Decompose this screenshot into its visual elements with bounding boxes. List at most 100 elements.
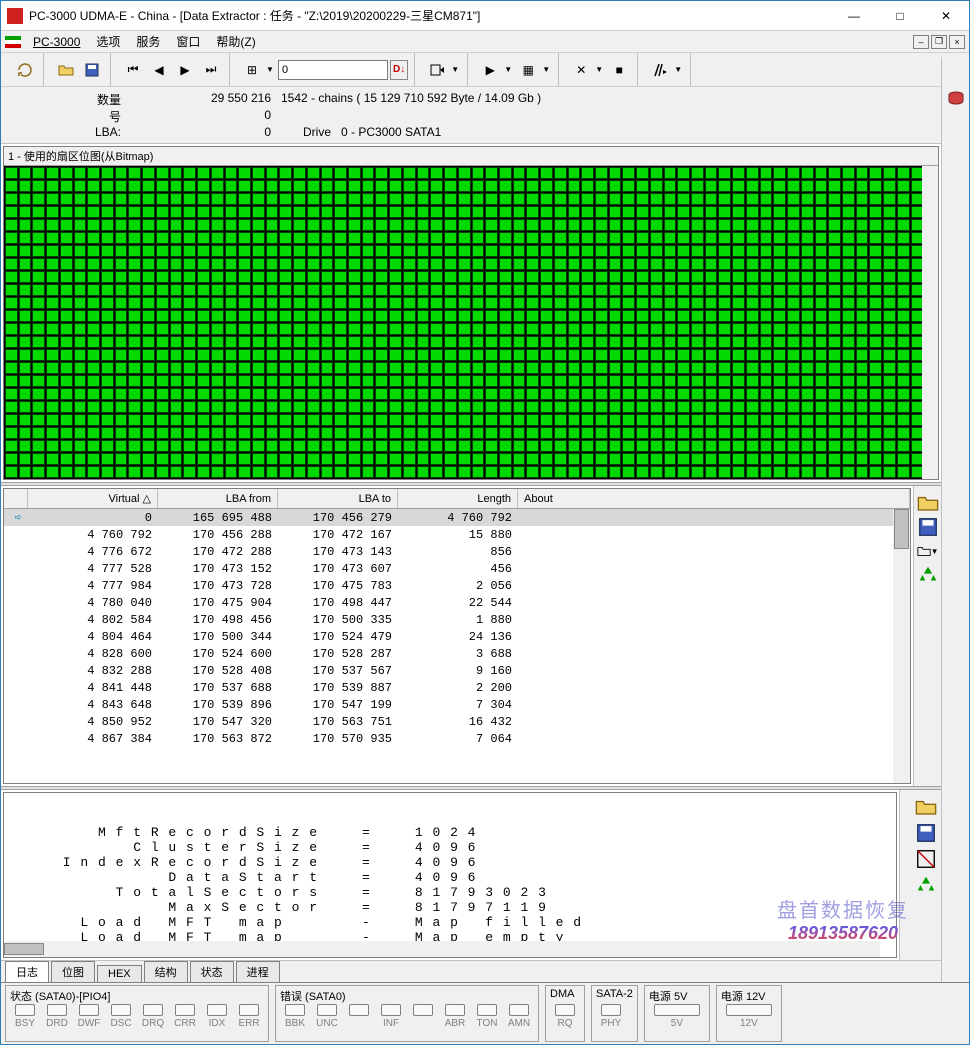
led-BSY: BSY: [10, 1004, 40, 1029]
table-row[interactable]: 4 832 288170 528 408170 537 5679 160: [4, 662, 910, 679]
table-side-toolbar: ▼: [913, 486, 941, 786]
menu-service[interactable]: 服务: [128, 31, 168, 52]
count-extra: 1542 - chains ( 15 129 710 592 Byte / 14…: [281, 91, 931, 108]
led-RQ: RQ: [550, 1004, 580, 1029]
tbl-recycle-icon[interactable]: [917, 564, 939, 586]
count-value: 29 550 216: [131, 91, 281, 108]
titlebar: PC-3000 UDMA-E - China - [Data Extractor…: [1, 1, 969, 31]
bitmap-area[interactable]: [4, 166, 938, 479]
menubar: PC-3000 选项 服务 窗口 帮助(Z) – ❐ ×: [1, 31, 969, 53]
log-open-icon[interactable]: [915, 796, 937, 818]
table-row[interactable]: 4 777 528170 473 152170 473 607456: [4, 560, 910, 577]
table-header: Virtual △ LBA from LBA to Length About: [4, 489, 910, 509]
log-line: D a t a S t a r t = 4 0 9 6: [10, 870, 890, 885]
minimize-button[interactable]: —: [831, 1, 877, 31]
menu-options[interactable]: 选项: [88, 31, 128, 52]
table-row[interactable]: 4 760 792170 456 288170 472 16715 880: [4, 526, 910, 543]
side-drive-icon[interactable]: [945, 87, 967, 109]
col-virtual[interactable]: Virtual △: [28, 489, 158, 508]
grid-button[interactable]: ⊞: [240, 58, 264, 82]
log-output[interactable]: M f t R e c o r d S i z e = 1 0 2 4 C l …: [3, 792, 897, 958]
id-value: 0: [131, 108, 281, 125]
led-DWF: DWF: [74, 1004, 104, 1029]
grid2-dropdown[interactable]: ▼: [542, 65, 552, 74]
tools-button[interactable]: ✕: [569, 58, 593, 82]
app-icon: [7, 8, 23, 24]
play-dropdown[interactable]: ▼: [504, 65, 514, 74]
led-BBK: BBK: [280, 1004, 310, 1029]
menu-window[interactable]: 窗口: [168, 31, 208, 52]
table-row[interactable]: 4 867 384170 563 872170 570 9357 064: [4, 730, 910, 747]
bottom-tabs: 日志位图HEX结构状态进程: [1, 960, 941, 982]
col-lba-from[interactable]: LBA from: [158, 489, 278, 508]
tbl-open-icon[interactable]: [917, 492, 939, 514]
led-blank: [344, 1004, 374, 1029]
tab-2[interactable]: HEX: [97, 965, 142, 982]
play-button[interactable]: ▶: [478, 58, 502, 82]
first-button[interactable]: ⏮: [121, 58, 145, 82]
led-PHY: PHY: [596, 1004, 626, 1029]
led-blank: [408, 1004, 438, 1029]
open-button[interactable]: [54, 58, 78, 82]
menu-pc3000[interactable]: PC-3000: [25, 33, 88, 51]
table-row[interactable]: 4 841 448170 537 688170 539 8872 200: [4, 679, 910, 696]
info-panel: 数量 29 550 216 1542 - chains ( 15 129 710…: [1, 87, 941, 144]
table-row[interactable]: 4 828 600170 524 600170 528 2873 688: [4, 645, 910, 662]
tbl-save-icon[interactable]: [917, 516, 939, 538]
log-save-icon[interactable]: [915, 822, 937, 844]
next-button[interactable]: ▶: [173, 58, 197, 82]
table-row[interactable]: 4 843 648170 539 896170 547 1997 304: [4, 696, 910, 713]
table-body[interactable]: ➪0165 695 488170 456 2794 760 7924 760 7…: [4, 509, 910, 783]
grid-dropdown[interactable]: ▼: [266, 65, 276, 74]
close-button[interactable]: ✕: [923, 1, 969, 31]
col-about[interactable]: About: [518, 489, 910, 508]
last-button[interactable]: ⏭: [199, 58, 223, 82]
tab-1[interactable]: 位图: [51, 961, 95, 982]
table-row[interactable]: 4 780 040170 475 904170 498 44722 544: [4, 594, 910, 611]
table-row[interactable]: 4 777 984170 473 728170 475 7832 056: [4, 577, 910, 594]
exit-dropdown[interactable]: ▼: [674, 65, 684, 74]
led-DRQ: DRQ: [138, 1004, 168, 1029]
led-UNC: UNC: [312, 1004, 342, 1029]
led-DSC: DSC: [106, 1004, 136, 1029]
bitmap-scrollbar[interactable]: [922, 166, 938, 479]
menu-help[interactable]: 帮助(Z): [208, 31, 263, 52]
led-5V: 5V: [649, 1004, 705, 1029]
save-button[interactable]: [80, 58, 104, 82]
data-tag: D↓: [390, 60, 408, 80]
status-group-errors: 错误 (SATA0) BBKUNCINFABRTONAMN: [275, 985, 539, 1042]
prev-button[interactable]: ◀: [147, 58, 171, 82]
tbl-folder-icon[interactable]: ▼: [917, 540, 939, 562]
led-ABR: ABR: [440, 1004, 470, 1029]
toolbar: ⏮ ◀ ▶ ⏭ ⊞ ▼ D↓ ▼ ▶ ▼ ▦ ▼ ✕ ▼ ■ ▼: [1, 53, 969, 87]
tools-dropdown[interactable]: ▼: [595, 65, 605, 74]
address-input[interactable]: [278, 60, 388, 80]
child-minimize-button[interactable]: –: [913, 35, 929, 49]
grid2-button[interactable]: ▦: [516, 58, 540, 82]
table-row[interactable]: 4 804 464170 500 344170 524 47924 136: [4, 628, 910, 645]
log-recycle-icon[interactable]: [915, 874, 937, 896]
log-line: M a x S e c t o r = 8 1 7 9 7 1 1 9: [10, 900, 890, 915]
tab-0[interactable]: 日志: [5, 961, 49, 983]
table-scrollbar[interactable]: [893, 509, 910, 783]
tab-5[interactable]: 进程: [236, 961, 280, 982]
child-close-button[interactable]: ×: [949, 35, 965, 49]
table-row[interactable]: 4 776 672170 472 288170 473 143856: [4, 543, 910, 560]
export-dropdown[interactable]: ▼: [451, 65, 461, 74]
export-button[interactable]: [425, 58, 449, 82]
col-lba-to[interactable]: LBA to: [278, 489, 398, 508]
maximize-button[interactable]: □: [877, 1, 923, 31]
table-row[interactable]: ➪0165 695 488170 456 2794 760 792: [4, 509, 910, 526]
log-hscrollbar[interactable]: [4, 941, 880, 957]
col-length[interactable]: Length: [398, 489, 518, 508]
stop-button[interactable]: ■: [607, 58, 631, 82]
tab-4[interactable]: 状态: [190, 961, 234, 982]
table-row[interactable]: 4 802 584170 498 456170 500 3351 880: [4, 611, 910, 628]
refresh-button[interactable]: [13, 58, 37, 82]
table-row[interactable]: 4 850 952170 547 320170 563 75116 432: [4, 713, 910, 730]
exit-button[interactable]: [648, 58, 672, 82]
child-restore-button[interactable]: ❐: [931, 35, 947, 49]
log-clear-icon[interactable]: [915, 848, 937, 870]
log-side-toolbar: [899, 790, 941, 960]
tab-3[interactable]: 结构: [144, 961, 188, 982]
